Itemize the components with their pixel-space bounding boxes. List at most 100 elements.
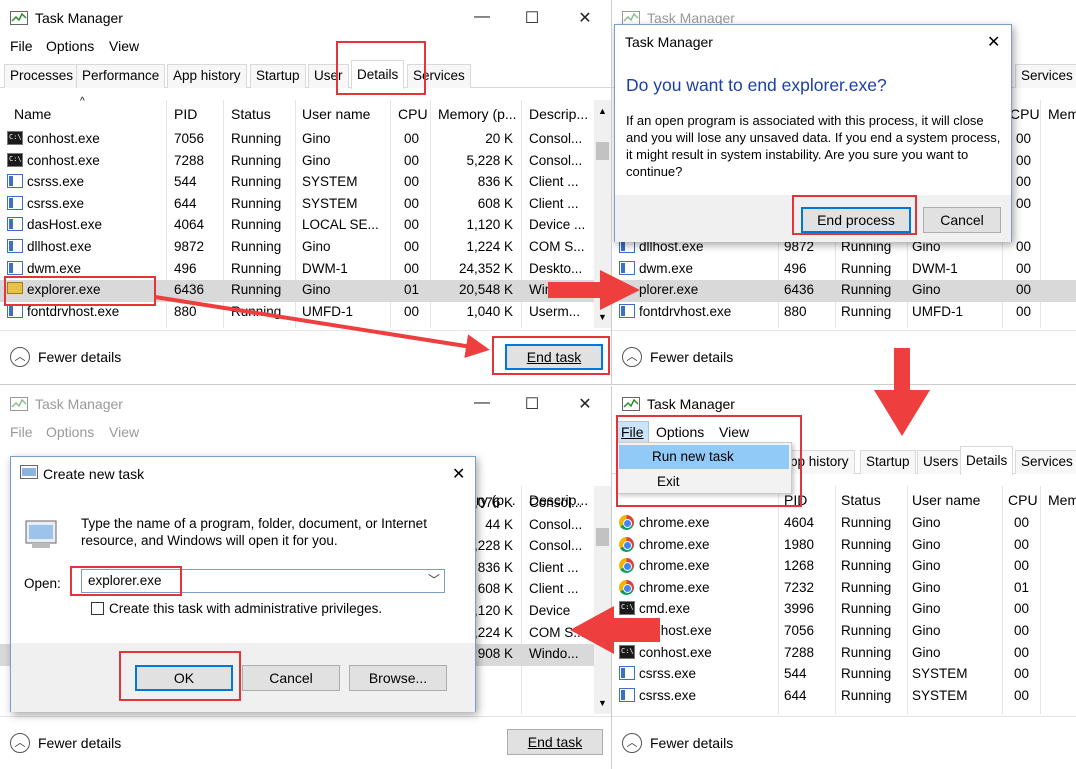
browse-button[interactable]: Browse... [349,665,447,691]
col-pid[interactable]: PID [174,106,197,122]
menu-item-exit[interactable]: Exit [619,470,789,494]
end-task-button[interactable]: End task [505,344,603,370]
open-input[interactable]: explorer.exe ﹀ [81,569,445,593]
col-memory[interactable]: Mem [1048,106,1076,122]
col-name[interactable]: Name [14,106,51,122]
ok-button[interactable]: OK [135,665,233,691]
col-memory[interactable]: Memory (p... [438,106,517,122]
menu-file[interactable]: File [10,38,33,54]
tab-users[interactable]: User [308,64,349,88]
cell-cpu: 00 [1014,536,1030,552]
table-row[interactable]: conhost.exe 7288 Running Gino 00 [612,643,1076,665]
tab-details[interactable]: Details [351,60,405,89]
fewer-details-link[interactable]: Fewer details [650,735,733,751]
tab-processes[interactable]: Processes [4,64,80,88]
table-row[interactable]: fontdrvhost.exe 880 Running UMFD-1 00 [612,302,1076,324]
menu-file[interactable]: File [10,424,33,440]
cell-status: Running [841,579,892,595]
table-row[interactable]: cmd.exe 3996 Running Gino 00 [612,599,1076,621]
create-new-task-dialog: Create new task ✕ Type the name of a pro… [10,456,476,712]
maximize-button[interactable]: ☐ [522,8,542,28]
table-row[interactable]: explorer.exe 6436 Running Gino 01 20,548 K Win [0,280,611,302]
table-row[interactable]: chrome.exe 4604 Running Gino 00 [612,513,1076,535]
table-row[interactable]: dwm.exe 496 Running DWM-1 00 24,352 K Deskto..… [0,259,611,281]
chevron-up-icon[interactable]: ︿ [622,733,642,753]
table-row[interactable]: dllhost.exe 9872 Running Gino 00 1,224 K COM S… [0,237,611,259]
menu-file[interactable]: File [616,421,649,443]
col-status[interactable]: Status [841,492,881,508]
menu-view[interactable]: View [719,424,749,440]
table-row[interactable]: dasHost.exe 4064 Running LOCAL SE... 00 1,120… [0,215,611,237]
table-row[interactable]: csrss.exe 544 Running SYSTEM 00 836 K Client .… [0,172,611,194]
end-task-button[interactable]: End task [507,729,603,755]
tab-services[interactable]: Services [1015,64,1076,88]
menu-options[interactable]: Options [656,424,704,440]
fewer-details-link[interactable]: Fewer details [650,349,733,365]
chevron-up-icon[interactable]: ︿ [622,347,642,367]
tab-users[interactable]: Users [917,450,965,474]
dialog-close-button[interactable]: ✕ [987,32,1000,52]
table-row[interactable]: chrome.exe 1980 Running Gino 00 [612,535,1076,557]
col-desc[interactable]: Descrip... [529,106,588,122]
menu-item-run-new-task[interactable]: Run new task [619,445,789,469]
cell-status: Running [841,644,892,660]
tab-app-history[interactable]: App history [167,64,247,88]
menu-view[interactable]: View [109,424,139,440]
menu-view[interactable]: View [109,38,139,54]
chevron-up-icon[interactable]: ︿ [10,347,30,367]
table-row[interactable]: conhost.exe 7288 Running Gino 00 5,228 K Conso… [0,151,611,173]
task-manager-window-3: Task Manager — ☐ ✕ File Options View ry … [0,386,612,769]
cell-user: Gino [912,601,941,617]
col-user[interactable]: User name [302,106,370,122]
table-row[interactable]: csrss.exe 644 Running SYSTEM 00 [612,686,1076,708]
col-status[interactable]: Status [231,106,271,122]
minimize-button[interactable]: — [472,8,492,26]
col-cpu[interactable]: CPU [1008,492,1038,508]
scrollbar[interactable]: ▲ ▼ [594,100,611,328]
cell-cpu: 00 [404,174,420,190]
col-memory[interactable]: Mem [1048,492,1076,508]
menu-options[interactable]: Options [46,38,94,54]
col-cpu[interactable]: CPU [1010,106,1040,122]
tab-strip: Processes Performance App history Startu… [0,60,611,89]
col-pid[interactable]: PID [784,492,807,508]
cancel-button[interactable]: Cancel [923,207,1001,233]
tab-performance[interactable]: Performance [76,64,166,88]
cell-user: SYSTEM [912,666,968,682]
tab-app-history[interactable]: pp history [784,450,855,474]
col-cpu[interactable]: CPU [398,106,428,122]
col-user[interactable]: User name [912,492,980,508]
fewer-details-link[interactable]: Fewer details [38,735,121,751]
close-button[interactable]: ✕ [575,394,595,414]
cell-name: chrome.exe [639,515,710,530]
table-row[interactable]: conhost.exe 7056 Running Gino 00 [612,621,1076,643]
admin-checkbox[interactable] [91,602,104,615]
table-row[interactable]: conhost.exe 7056 Running Gino 00 20 K Consol..… [0,129,611,151]
table-row[interactable]: chrome.exe 1268 Running Gino 00 [612,556,1076,578]
minimize-button[interactable]: — [472,394,492,412]
cell-name: explorer.exe [27,282,101,298]
chevron-up-icon[interactable]: ︿ [10,733,30,753]
window-icon [7,260,23,275]
chevron-down-icon[interactable]: ﹀ [428,571,440,588]
cell-desc: Windo... [529,646,579,662]
table-row[interactable]: plorer.exe 6436 Running Gino 00 [612,280,1076,302]
menu-options[interactable]: Options [46,424,94,440]
tab-services[interactable]: Services [407,64,471,88]
dialog-close-button[interactable]: ✕ [452,464,465,484]
tab-startup[interactable]: Startup [860,450,916,474]
maximize-button[interactable]: ☐ [522,394,542,414]
table-row[interactable]: dwm.exe 496 Running DWM-1 00 [612,259,1076,281]
tab-services[interactable]: Services [1015,450,1076,474]
table-row[interactable]: chrome.exe 7232 Running Gino 01 [612,578,1076,600]
table-row[interactable]: csrss.exe 644 Running SYSTEM 00 608 K Client .… [0,194,611,216]
table-row[interactable]: fontdrvhost.exe 880 Running UMFD-1 00 1,040 K… [0,302,611,324]
tab-details[interactable]: Details [960,446,1014,475]
cancel-button[interactable]: Cancel [242,665,340,691]
fewer-details-link[interactable]: Fewer details [38,349,121,365]
scrollbar[interactable]: ▼ [594,486,611,714]
end-process-button[interactable]: End process [801,207,911,233]
tab-startup[interactable]: Startup [250,64,306,88]
close-button[interactable]: ✕ [575,8,595,28]
table-row[interactable]: csrss.exe 544 Running SYSTEM 00 [612,664,1076,686]
